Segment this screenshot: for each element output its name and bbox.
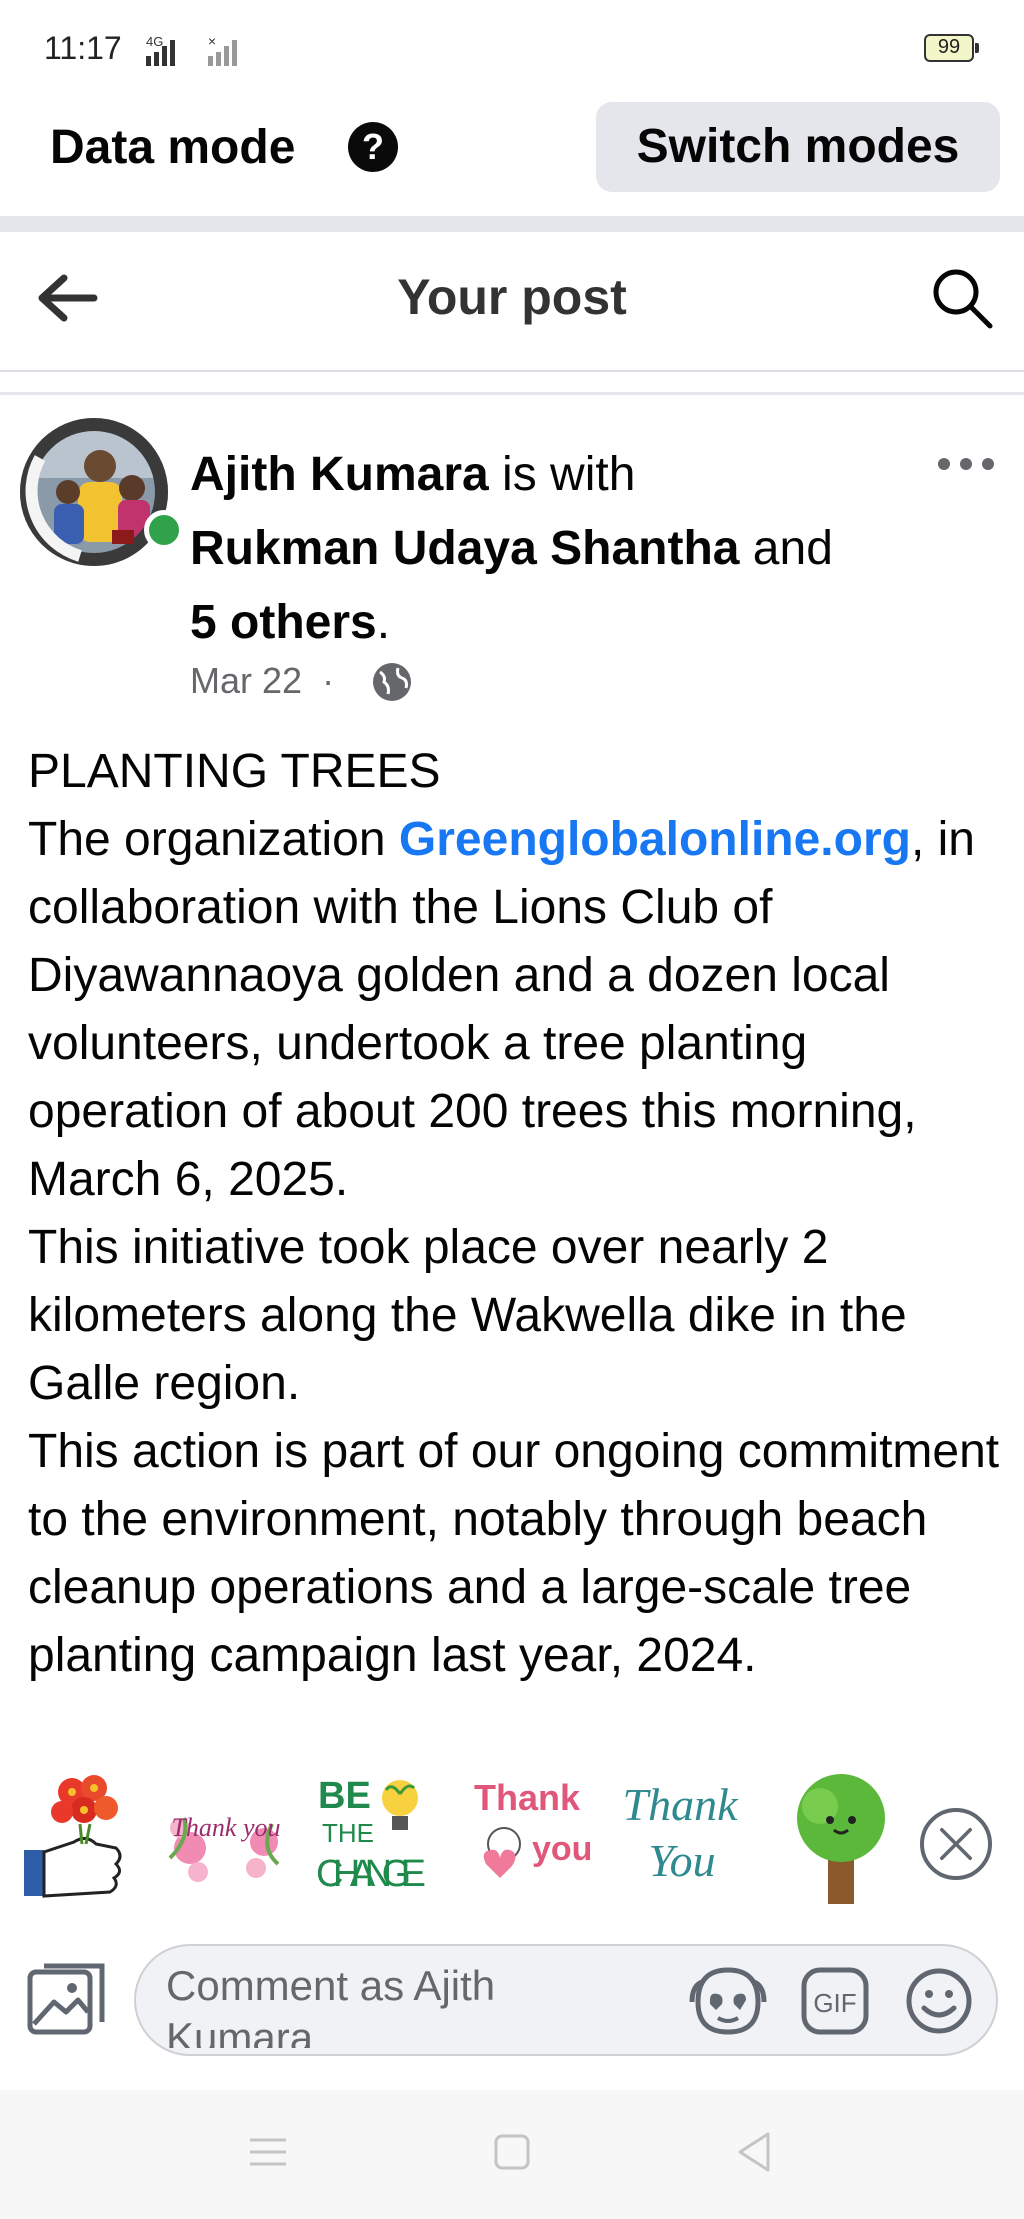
meta-separator: · bbox=[322, 660, 335, 701]
photo-icon[interactable] bbox=[26, 1962, 108, 2036]
sticker-text-thank: Thank bbox=[623, 1779, 740, 1830]
gif-label: GIF bbox=[813, 1988, 856, 2018]
with-text: is with bbox=[488, 448, 636, 501]
author-name[interactable]: Ajith Kumara bbox=[190, 448, 489, 501]
flowers-thumbs-up-sticker[interactable] bbox=[20, 1768, 150, 1908]
sticker-text-be: BE bbox=[318, 1775, 371, 1817]
battery-indicator: 99 bbox=[924, 34, 979, 62]
switch-modes-button[interactable]: Switch modes bbox=[596, 102, 1000, 192]
others-link[interactable]: 5 others bbox=[190, 596, 377, 649]
search-icon[interactable] bbox=[930, 266, 994, 330]
post-author-line: Ajith Kumara is with Rukman Udaya Shantha… bbox=[190, 438, 910, 660]
sticker-text-change: CHANGE bbox=[316, 1853, 426, 1895]
cellular-signal-2-icon: × bbox=[208, 34, 237, 66]
post-text-intro: The organization bbox=[28, 813, 399, 866]
post-date[interactable]: Mar 22 bbox=[190, 660, 302, 701]
sticker-text-you: You bbox=[648, 1835, 715, 1886]
post-text-main: , in collaboration with the Lions Club o… bbox=[28, 813, 1000, 1682]
back-nav-icon[interactable] bbox=[730, 2128, 778, 2176]
cellular-signal-icon: 4G bbox=[146, 34, 175, 66]
network-type: 4G bbox=[146, 34, 163, 49]
more-options-icon[interactable] bbox=[934, 454, 998, 474]
page-title: Your post bbox=[397, 269, 627, 325]
sticker-text-the: THE bbox=[322, 1818, 374, 1848]
sticker-text-thank: Thank bbox=[474, 1777, 581, 1818]
gif-button[interactable]: GIF bbox=[800, 1966, 870, 2036]
header-divider bbox=[0, 370, 1024, 372]
be-the-change-sticker[interactable]: BE THE CHANGE bbox=[306, 1768, 436, 1908]
tagged-person[interactable]: Rukman Udaya Shantha bbox=[190, 522, 739, 575]
data-mode-label: Data mode bbox=[50, 121, 296, 174]
menu-icon[interactable] bbox=[244, 2128, 292, 2176]
avatar-image bbox=[20, 418, 168, 566]
comment-placeholder[interactable]: Comment as Ajith Kumara bbox=[166, 1960, 586, 2048]
thank-you-script-sticker[interactable]: Thank You bbox=[616, 1768, 746, 1908]
sticker-suggestions: Thank you BE THE CHANGE Thank you Thank … bbox=[0, 1768, 1024, 1918]
and-text: and bbox=[739, 522, 833, 575]
home-icon[interactable] bbox=[488, 2128, 536, 2176]
post-meta: Mar 22 · bbox=[190, 660, 334, 702]
divider bbox=[0, 216, 1024, 232]
close-icon[interactable] bbox=[920, 1808, 992, 1880]
emoji-icon[interactable] bbox=[904, 1966, 974, 2036]
divider bbox=[0, 392, 1024, 395]
thank-you-flowers-sticker[interactable]: Thank you bbox=[160, 1768, 290, 1908]
avatar-sticker-icon[interactable] bbox=[688, 1962, 768, 2038]
status-bar: 11:17 4G × 99 bbox=[0, 0, 1024, 100]
sticker-text: Thank you bbox=[171, 1813, 280, 1842]
sticker-text-you: you bbox=[532, 1830, 592, 1868]
post-link[interactable]: Greenglobalonline.org bbox=[399, 813, 911, 866]
online-status-dot bbox=[144, 510, 184, 550]
tree-sticker[interactable] bbox=[776, 1768, 906, 1908]
avatar[interactable] bbox=[20, 418, 168, 566]
thank-you-heart-sticker[interactable]: Thank you bbox=[466, 1768, 596, 1908]
status-time: 11:17 bbox=[44, 30, 122, 66]
globe-icon bbox=[373, 663, 411, 701]
post-heading: PLANTING TREES bbox=[28, 745, 441, 798]
svg-text:×: × bbox=[208, 34, 216, 49]
question-icon[interactable]: ? bbox=[348, 122, 398, 172]
period: . bbox=[376, 596, 391, 649]
post-body: PLANTING TREES The organization Greenglo… bbox=[28, 738, 1008, 1752]
